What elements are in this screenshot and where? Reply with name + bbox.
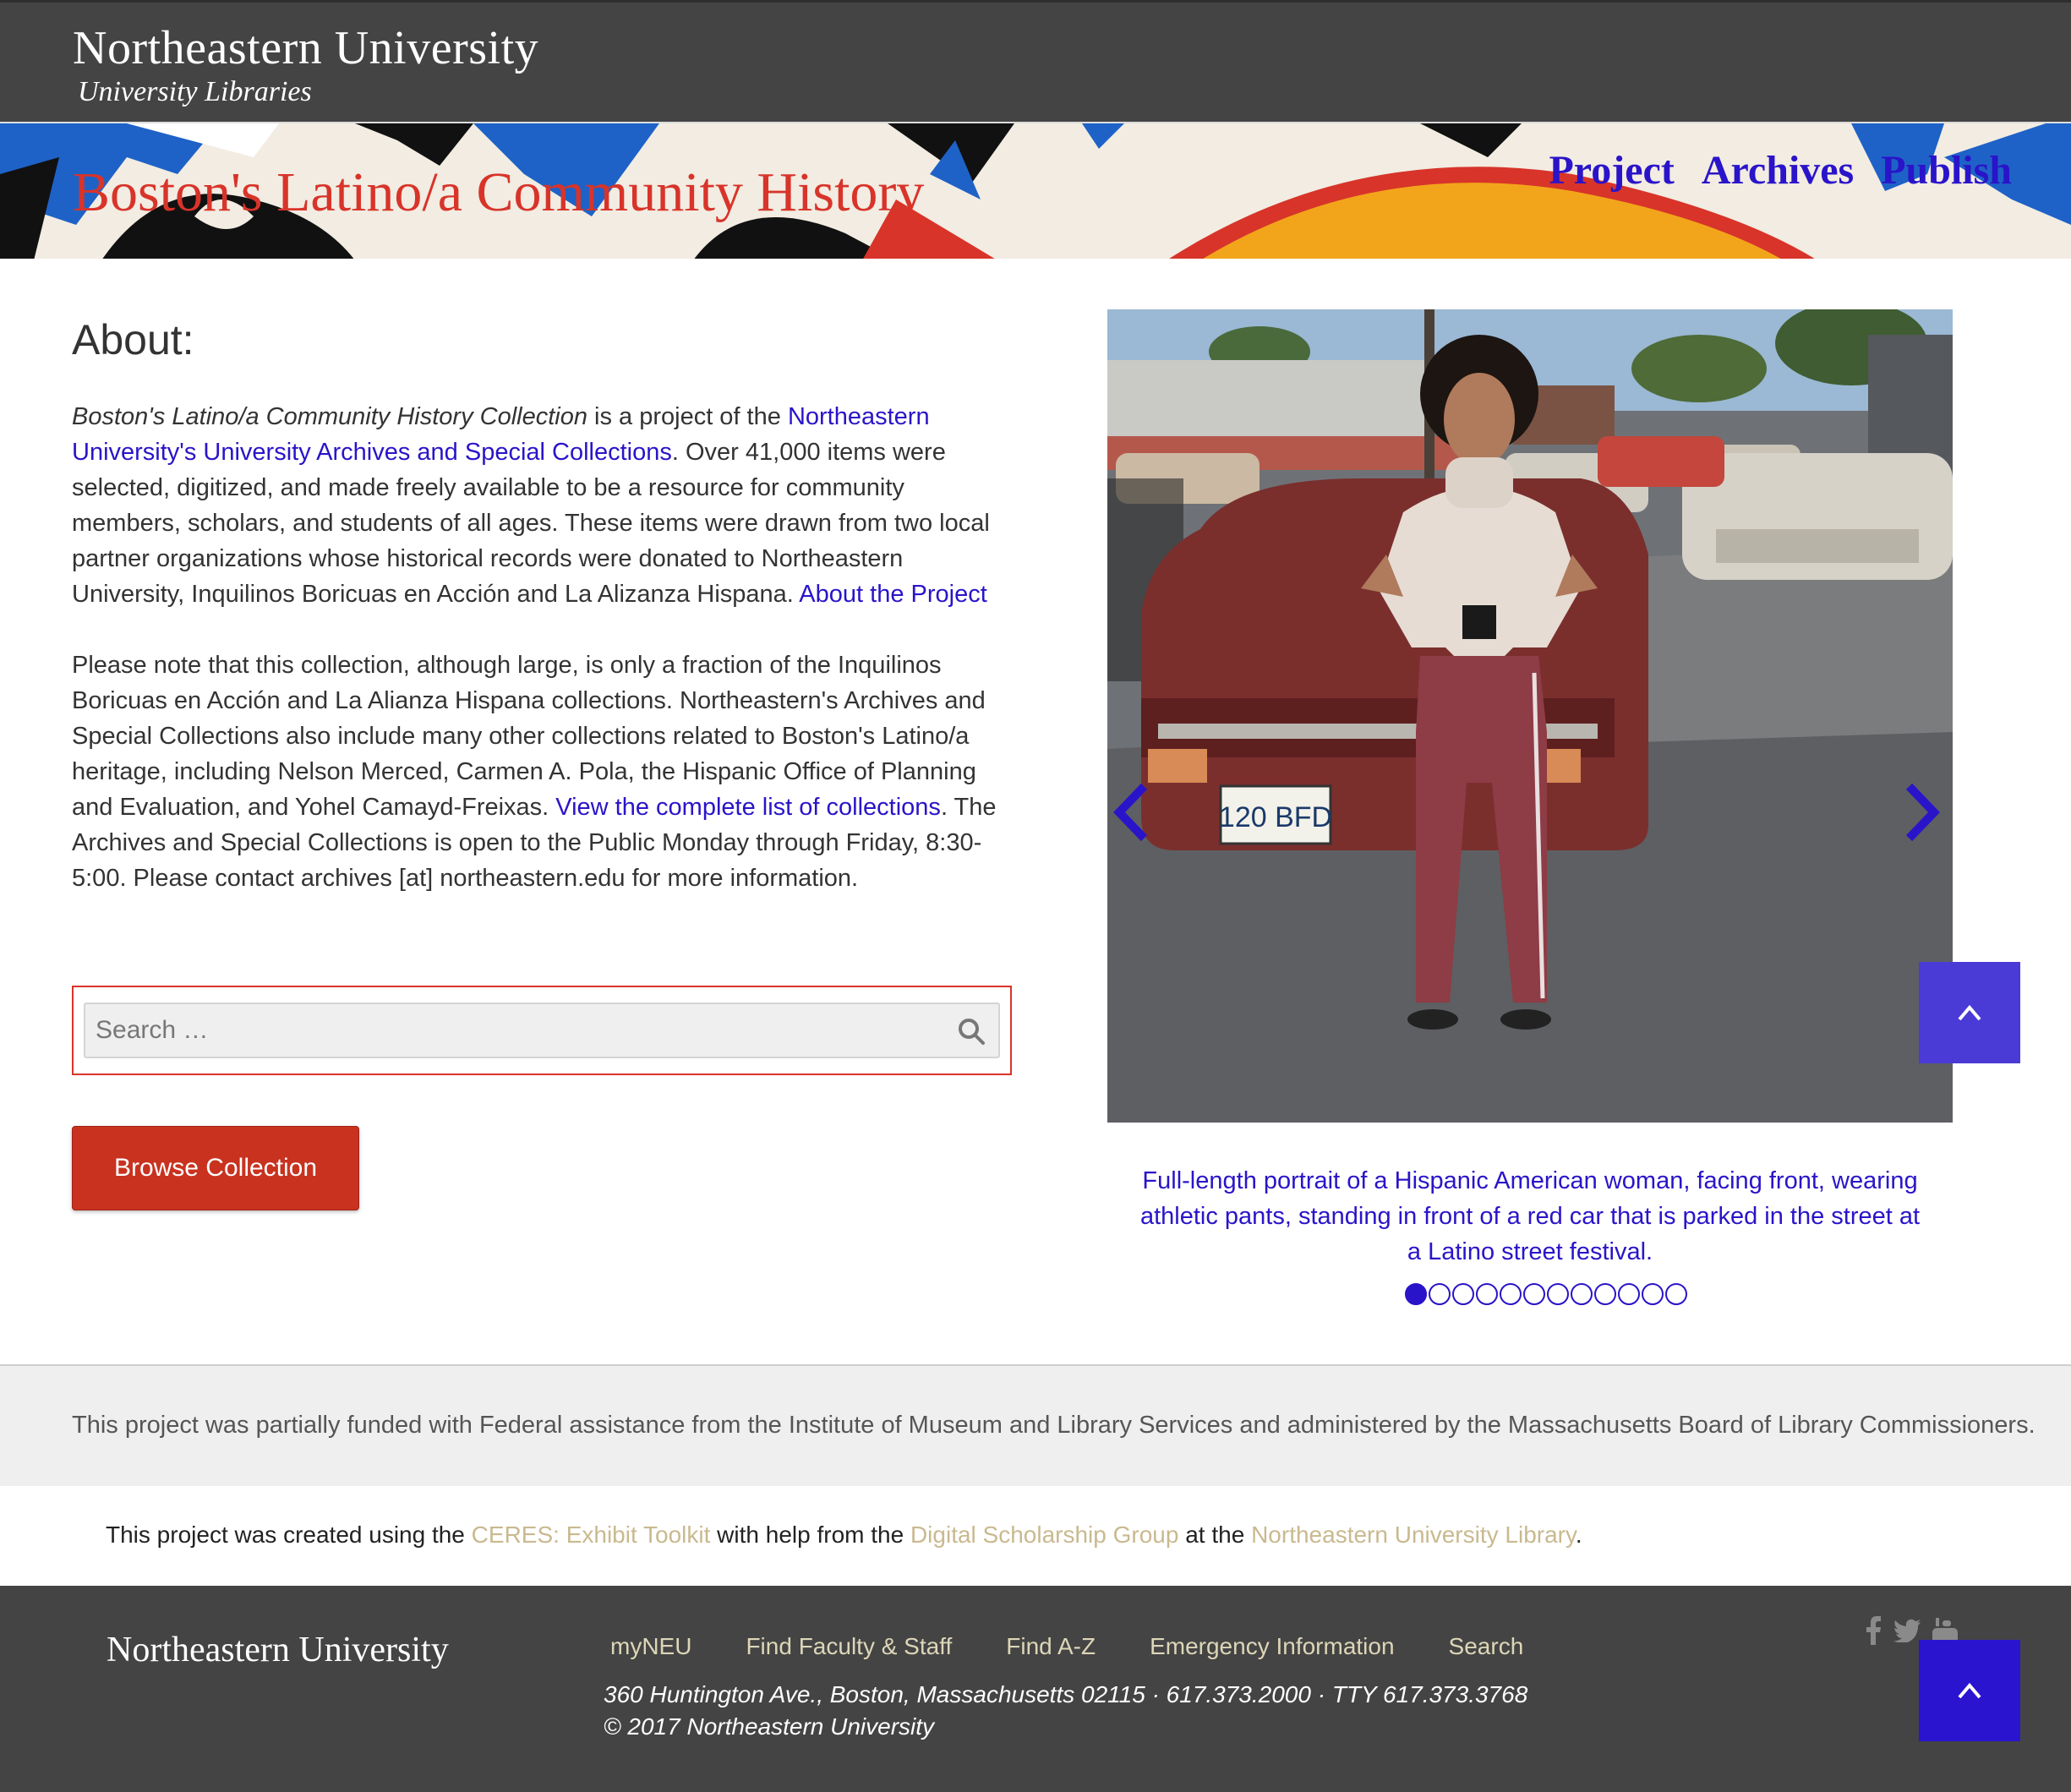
carousel-dot[interactable] [1429,1283,1451,1305]
search-icon[interactable] [956,1016,986,1046]
scroll-to-top-button[interactable] [1919,962,2020,1063]
about-section: About: Boston's Latino/a Community Histo… [72,314,1010,896]
footer-address: 360 Huntington Ave., Boston, Massachuset… [604,1681,1528,1707]
carousel-dot[interactable] [1594,1283,1616,1305]
carousel-indicators [1405,1283,1687,1305]
browse-collection-button[interactable]: Browse Collection [72,1126,359,1210]
site-title[interactable]: Boston's Latino/a Community History [73,161,924,225]
carousel-dot[interactable] [1405,1283,1427,1305]
search-box [84,1003,1000,1058]
carousel-dot[interactable] [1523,1283,1545,1305]
collections-list-link[interactable]: View the complete list of collections [555,794,941,821]
image-carousel: 120 BFD [1107,309,1953,1123]
credits-text-part: . [1575,1522,1582,1548]
carousel-caption[interactable]: Full-length portrait of a Hispanic Ameri… [1133,1163,1927,1270]
credits-text-part: at the [1178,1522,1252,1548]
nav-project[interactable]: Project [1549,147,1674,194]
carousel-dot[interactable] [1476,1283,1498,1305]
scroll-to-top-button-footer[interactable] [1919,1640,2020,1741]
footer-links: myNEU Find Faculty & Staff Find A-Z Emer… [610,1630,1523,1664]
facebook-icon[interactable] [1865,1616,1882,1645]
footer-logo[interactable]: Northeastern University [107,1628,449,1672]
footer-link-myneu[interactable]: myNEU [610,1630,691,1664]
footer-link-emergency[interactable]: Emergency Information [1150,1630,1394,1664]
org-subtitle: University Libraries [78,76,312,107]
credits-text: This project was created using the CERES… [106,1518,1582,1552]
credits-bar: This project was created using the CERES… [0,1486,2071,1586]
chevron-up-icon [1958,1004,1981,1021]
nav-publish[interactable]: Publish [1881,147,2012,194]
twitter-icon[interactable] [1893,1619,1921,1642]
top-header-bar: Northeastern University University Libra… [0,0,2071,122]
carousel-dot[interactable] [1618,1283,1640,1305]
library-link[interactable]: Northeastern University Library [1251,1522,1576,1548]
about-paragraph-2: Please note that this collection, althou… [72,647,1010,896]
search-form [72,986,1012,1075]
footer-copyright: © 2017 Northeastern University [604,1713,935,1740]
about-paragraph-1: Boston's Latino/a Community History Coll… [72,399,1010,612]
about-project-link[interactable]: About the Project [799,581,986,608]
carousel-prev-arrow[interactable] [1107,783,1150,842]
carousel-photo[interactable]: 120 BFD [1107,309,1953,1123]
carousel-dot[interactable] [1452,1283,1474,1305]
funding-notice: This project was partially funded with F… [0,1364,2071,1486]
footer-link-find-a-z[interactable]: Find A-Z [1006,1630,1096,1664]
footer-address-block: 360 Huntington Ave., Boston, Massachuset… [604,1679,1527,1743]
footer-link-find-faculty[interactable]: Find Faculty & Staff [746,1630,952,1664]
about-heading: About: [72,316,194,363]
main-nav: Project Archives Publish [1549,147,2012,194]
carousel-dot[interactable] [1547,1283,1569,1305]
footer-link-search[interactable]: Search [1449,1630,1524,1664]
funding-text: This project was partially funded with F… [72,1412,2035,1439]
site-banner: Boston's Latino/a Community History Proj… [0,122,2071,259]
university-logo[interactable]: Northeastern University University Libra… [73,21,538,109]
credits-text-part: with help from the [710,1522,910,1548]
carousel-dot[interactable] [1665,1283,1687,1305]
search-input[interactable] [85,1004,998,1057]
carousel-dot[interactable] [1642,1283,1664,1305]
ceres-link[interactable]: CERES: Exhibit Toolkit [472,1522,711,1548]
license-plate-text: 120 BFD [1219,801,1332,833]
site-footer: Northeastern University myNEU Find Facul… [0,1586,2071,1792]
nav-archives[interactable]: Archives [1702,147,1854,194]
chevron-up-icon [1958,1682,1981,1699]
org-name: Northeastern University [73,22,539,74]
collection-title: Boston's Latino/a Community History Coll… [72,403,587,430]
carousel-next-arrow[interactable] [1904,783,1946,842]
carousel-dot[interactable] [1571,1283,1593,1305]
about-text: is a project of the [587,403,788,430]
carousel-dot[interactable] [1500,1283,1522,1305]
dsg-link[interactable]: Digital Scholarship Group [910,1522,1179,1548]
credits-text-part: This project was created using the [106,1522,472,1548]
